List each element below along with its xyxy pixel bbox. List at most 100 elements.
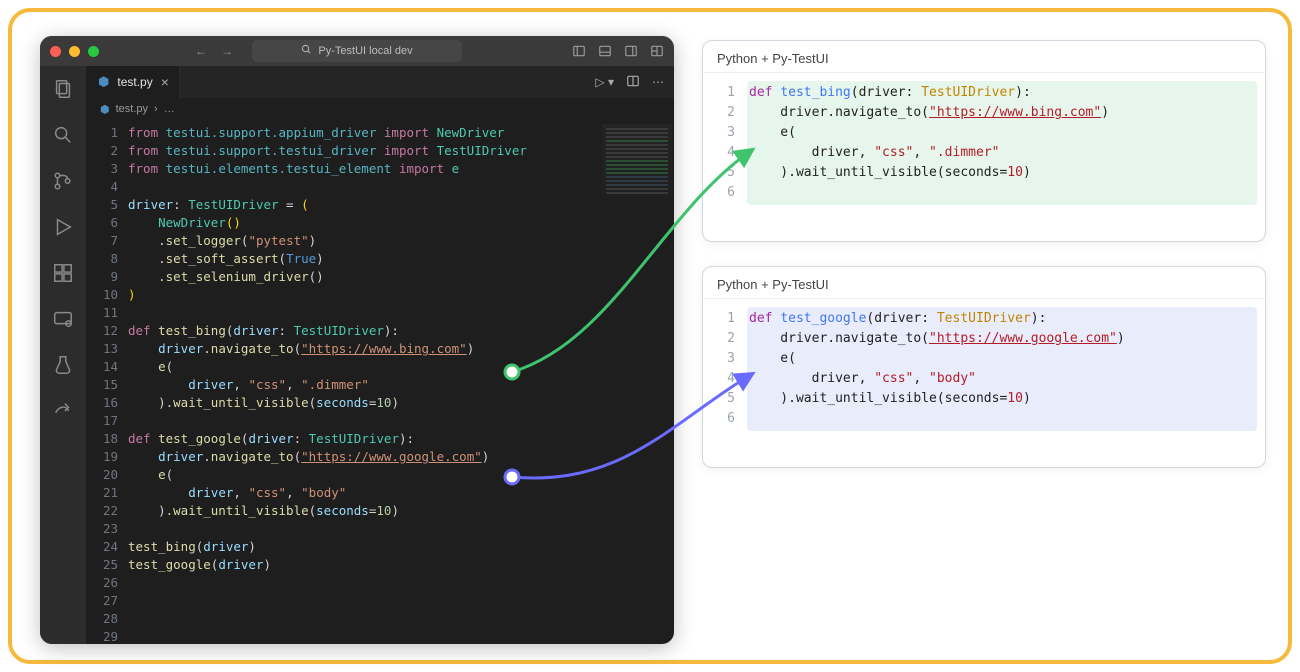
code-line[interactable]: 24test_bing(driver) xyxy=(86,538,674,556)
nav-forward-icon[interactable]: → xyxy=(221,44,233,58)
nav-back-icon[interactable]: ← xyxy=(195,44,207,58)
code-text: driver.navigate_to("https://www.google.c… xyxy=(749,329,1257,349)
command-center-search[interactable]: Py-TestUI local dev xyxy=(252,40,462,62)
line-number: 1 xyxy=(705,83,749,103)
code-line[interactable]: 8 .set_soft_assert(True) xyxy=(86,250,674,268)
tab-test-py[interactable]: ⬢ test.py × xyxy=(86,66,180,98)
code-line[interactable]: 17 xyxy=(86,412,674,430)
code-text: driver.navigate_to("https://www.bing.com… xyxy=(128,340,674,358)
more-actions-icon[interactable]: ⋯ xyxy=(652,75,664,89)
code-text: def test_bing(driver: TestUIDriver): xyxy=(749,83,1257,103)
code-line: 2 driver.navigate_to("https://www.bing.c… xyxy=(705,103,1257,123)
code-text: e( xyxy=(749,349,1257,369)
code-text: def test_google(driver: TestUIDriver): xyxy=(128,430,674,448)
code-line[interactable]: 18def test_google(driver: TestUIDriver): xyxy=(86,430,674,448)
code-line[interactable]: 23 xyxy=(86,520,674,538)
line-number: 21 xyxy=(86,484,128,502)
code-line[interactable]: 11 xyxy=(86,304,674,322)
code-line[interactable]: 7 .set_logger("pytest") xyxy=(86,232,674,250)
code-text: driver.navigate_to("https://www.bing.com… xyxy=(749,103,1257,123)
search-label: Py-TestUI local dev xyxy=(318,45,412,57)
line-number: 9 xyxy=(86,268,128,286)
line-number: 16 xyxy=(86,394,128,412)
line-number: 7 xyxy=(86,232,128,250)
code-line[interactable]: 21 driver, "css", "body" xyxy=(86,484,674,502)
line-number: 1 xyxy=(705,309,749,329)
code-line[interactable]: 25test_google(driver) xyxy=(86,556,674,574)
python-file-icon: ⬢ xyxy=(100,103,110,116)
code-line[interactable]: 19 driver.navigate_to("https://www.googl… xyxy=(86,448,674,466)
code-text: NewDriver() xyxy=(128,214,674,232)
code-text: .set_logger("pytest") xyxy=(128,232,674,250)
panel-right-icon[interactable] xyxy=(624,44,638,58)
search-sidebar-icon[interactable] xyxy=(52,124,74,146)
code-line[interactable]: 1from testui.support.appium_driver impor… xyxy=(86,124,674,142)
code-text: def test_google(driver: TestUIDriver): xyxy=(749,309,1257,329)
python-file-icon: ⬢ xyxy=(98,74,109,90)
minimize-window-button[interactable] xyxy=(69,46,80,57)
extensions-icon[interactable] xyxy=(52,262,74,284)
zoom-window-button[interactable] xyxy=(88,46,99,57)
code-line: 6 xyxy=(705,183,1257,203)
code-line[interactable]: 14 e( xyxy=(86,358,674,376)
run-debug-icon[interactable] xyxy=(52,216,74,238)
line-number: 2 xyxy=(86,142,128,160)
code-line[interactable]: 22 ).wait_until_visible(seconds=10) xyxy=(86,502,674,520)
line-number: 4 xyxy=(705,143,749,163)
code-line[interactable]: 26 xyxy=(86,574,674,592)
code-line: 4 driver, "css", "body" xyxy=(705,369,1257,389)
code-line[interactable]: 27 xyxy=(86,592,674,610)
code-line[interactable]: 28 xyxy=(86,610,674,628)
remote-icon[interactable] xyxy=(52,308,74,330)
editor[interactable]: 1from testui.support.appium_driver impor… xyxy=(86,120,674,644)
code-line[interactable]: 13 driver.navigate_to("https://www.bing.… xyxy=(86,340,674,358)
testing-icon[interactable] xyxy=(52,354,74,376)
code-text: e( xyxy=(128,358,674,376)
line-number: 2 xyxy=(705,329,749,349)
run-file-icon[interactable]: ▷ ▾ xyxy=(595,75,614,89)
line-number: 8 xyxy=(86,250,128,268)
close-window-button[interactable] xyxy=(50,46,61,57)
source-control-icon[interactable] xyxy=(52,170,74,192)
editor-tabbar: ⬢ test.py × ▷ ▾ ⋯ xyxy=(86,66,674,98)
line-number: 4 xyxy=(86,178,128,196)
share-icon[interactable] xyxy=(52,400,74,422)
line-number: 22 xyxy=(86,502,128,520)
code-text: ).wait_until_visible(seconds=10) xyxy=(128,502,674,520)
line-number: 5 xyxy=(705,389,749,409)
breadcrumb-separator: › xyxy=(154,103,158,115)
code-text xyxy=(749,183,1257,203)
layout-icon[interactable] xyxy=(650,44,664,58)
code-line[interactable]: 9 .set_selenium_driver() xyxy=(86,268,674,286)
code-line[interactable]: 12def test_bing(driver: TestUIDriver): xyxy=(86,322,674,340)
code-line[interactable]: 10) xyxy=(86,286,674,304)
code-line: 6 xyxy=(705,409,1257,429)
code-text: ).wait_until_visible(seconds=10) xyxy=(749,163,1257,183)
explorer-icon[interactable] xyxy=(52,78,74,100)
code-text: ) xyxy=(128,286,674,304)
code-line[interactable]: 5driver: TestUIDriver = ( xyxy=(86,196,674,214)
search-icon xyxy=(301,44,312,58)
line-number: 19 xyxy=(86,448,128,466)
line-number: 26 xyxy=(86,574,128,592)
code-text: driver, "css", "body" xyxy=(749,369,1257,389)
code-line[interactable]: 15 driver, "css", ".dimmer" xyxy=(86,376,674,394)
code-line[interactable]: 2from testui.support.testui_driver impor… xyxy=(86,142,674,160)
panel-left-icon[interactable] xyxy=(572,44,586,58)
code-text: driver, "css", "body" xyxy=(128,484,674,502)
titlebar: ← → Py-TestUI local dev xyxy=(40,36,674,66)
code-line[interactable]: 4 xyxy=(86,178,674,196)
panel-bottom-icon[interactable] xyxy=(598,44,612,58)
breadcrumb[interactable]: ⬢ test.py › … xyxy=(86,98,674,120)
line-number: 10 xyxy=(86,286,128,304)
code-line[interactable]: 16 ).wait_until_visible(seconds=10) xyxy=(86,394,674,412)
tab-close-icon[interactable]: × xyxy=(161,74,169,90)
code-line[interactable]: 3from testui.elements.testui_element imp… xyxy=(86,160,674,178)
code-line[interactable]: 6 NewDriver() xyxy=(86,214,674,232)
code-line[interactable]: 29 xyxy=(86,628,674,644)
code-text: test_bing(driver) xyxy=(128,538,674,556)
line-number: 4 xyxy=(705,369,749,389)
code-line[interactable]: 20 e( xyxy=(86,466,674,484)
line-number: 25 xyxy=(86,556,128,574)
split-editor-icon[interactable] xyxy=(626,74,640,91)
